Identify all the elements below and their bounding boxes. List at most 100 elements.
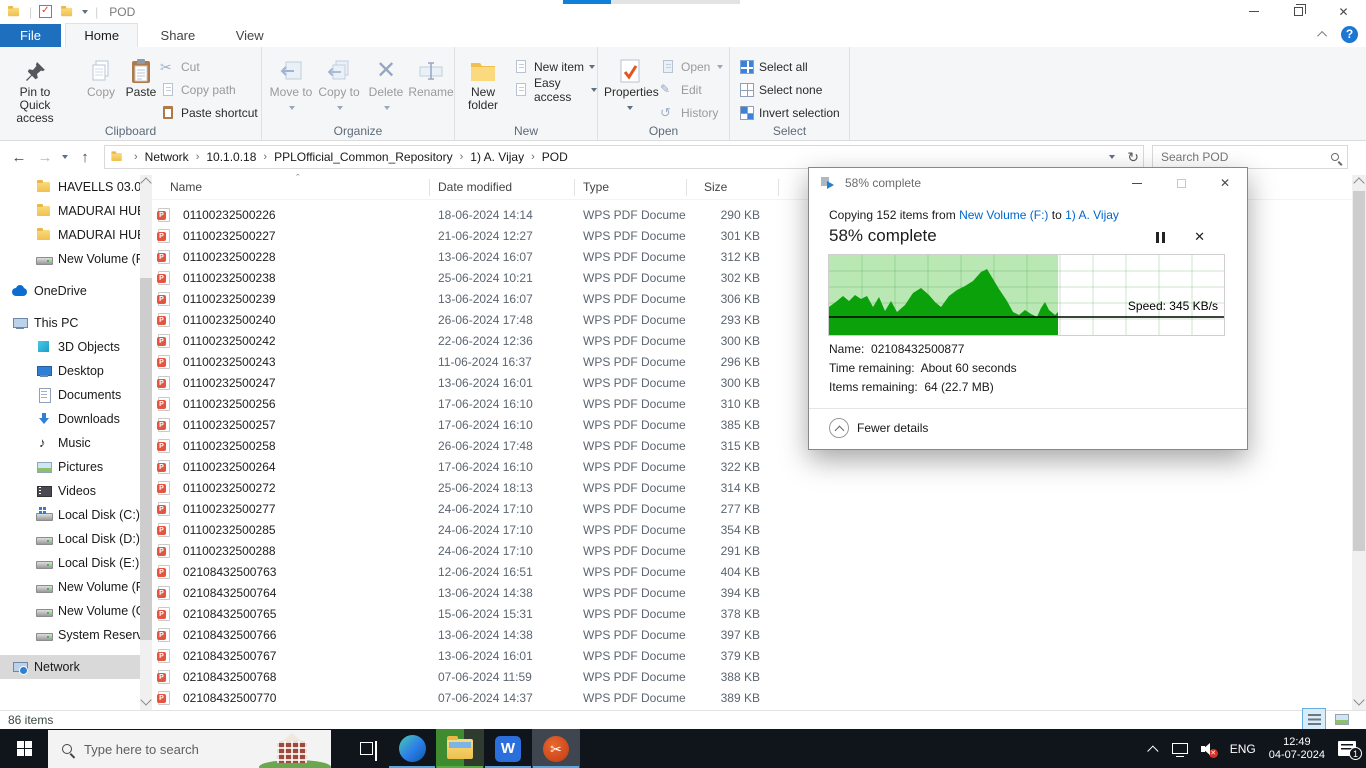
snipping-tool-app-button[interactable]: ✂ [532, 729, 580, 768]
table-row[interactable]: 01100232500264 17-06-2024 16:10 WPS PDF … [152, 456, 1352, 477]
file-list-scrollbar[interactable] [1352, 175, 1366, 710]
network-tray-icon[interactable] [1172, 743, 1188, 754]
breadcrumb-label[interactable]: PPLOfficial_Common_Repository [274, 150, 453, 164]
sidebar-item[interactable]: Videos [0, 479, 152, 503]
copy-to-button[interactable]: Copy to [316, 54, 362, 113]
file-name[interactable]: 01100232500243 [174, 355, 429, 369]
breadcrumb-label[interactable]: 10.1.0.18 [206, 150, 256, 164]
sidebar-item[interactable]: Documents [0, 383, 152, 407]
scrollbar-thumb[interactable] [140, 278, 152, 640]
sidebar-item[interactable]: 3D Objects [0, 335, 152, 359]
file-name[interactable]: 01100232500228 [174, 250, 429, 264]
table-row[interactable]: 02108432500770 07-06-2024 14:37 WPS PDF … [152, 687, 1352, 708]
fewer-details-button[interactable]: Fewer details [829, 418, 928, 438]
address-bar[interactable]: › Network › 10.1.0.18 › PPLOfficial_Comm… [104, 145, 1144, 169]
scroll-down-icon[interactable] [140, 694, 151, 705]
clock[interactable]: 12:4904-07-2024 [1269, 736, 1325, 762]
file-name[interactable]: 02108432500770 [174, 691, 429, 705]
breadcrumb-segment[interactable]: › POD [524, 150, 568, 164]
file-name[interactable]: 01100232500239 [174, 292, 429, 306]
sidebar-item[interactable]: Local Disk (D:) [0, 527, 152, 551]
column-header-modified[interactable]: Date modified [429, 175, 574, 200]
file-name[interactable]: 02108432500763 [174, 565, 429, 579]
table-row[interactable]: 02108432500763 12-06-2024 16:51 WPS PDF … [152, 561, 1352, 582]
pin-to-quick-access-button[interactable]: Pin to Quick access [4, 54, 66, 125]
table-row[interactable]: 02108432500766 13-06-2024 14:38 WPS PDF … [152, 624, 1352, 645]
open-button[interactable]: Open [660, 56, 723, 77]
file-name[interactable]: 01100232500272 [174, 481, 429, 495]
cancel-copy-button[interactable]: ✕ [1194, 229, 1205, 245]
folder-icon[interactable] [7, 5, 21, 19]
refresh-icon[interactable]: ↻ [1127, 149, 1139, 166]
breadcrumb-label[interactable]: Network [145, 150, 189, 164]
sidebar-item[interactable]: Local Disk (C:) [0, 503, 152, 527]
scrollbar-thumb[interactable] [1353, 191, 1365, 551]
column-header-name[interactable]: Name [161, 175, 429, 200]
sidebar-item[interactable]: HAVELLS 03.07.2 [0, 175, 152, 199]
taskbar-search-input[interactable]: Type here to search [48, 730, 331, 768]
file-explorer-app-button[interactable] [436, 729, 484, 768]
sidebar-item[interactable]: New Volume (F:) [0, 575, 152, 599]
start-button[interactable] [0, 729, 48, 768]
sort-ascending-icon[interactable]: ˆ [296, 173, 300, 185]
up-button[interactable]: ↑ [72, 149, 98, 166]
scroll-up-icon[interactable] [1353, 177, 1364, 188]
address-dropdown-icon[interactable] [1109, 155, 1115, 159]
sidebar-item[interactable]: New Volume (G:) [0, 599, 152, 623]
file-name[interactable]: 02108432500767 [174, 649, 429, 663]
sidebar-item[interactable]: Network [0, 655, 152, 679]
dialog-minimize-button[interactable] [1115, 168, 1159, 198]
invert-selection-button[interactable]: Invert selection [740, 102, 840, 123]
tab-file[interactable]: File [0, 24, 61, 48]
file-name[interactable]: 02108432500768 [174, 670, 429, 684]
paste-shortcut-button[interactable]: Paste shortcut [160, 102, 258, 123]
table-row[interactable]: 01100232500285 24-06-2024 17:10 WPS PDF … [152, 519, 1352, 540]
new-item-button[interactable]: New item [513, 56, 595, 77]
sidebar-item[interactable]: Music [0, 431, 152, 455]
breadcrumb-label[interactable]: POD [542, 150, 568, 164]
table-row[interactable]: 01100232500277 24-06-2024 17:10 WPS PDF … [152, 498, 1352, 519]
file-name[interactable]: 01100232500277 [174, 502, 429, 516]
file-name[interactable]: 01100232500227 [174, 229, 429, 243]
file-name[interactable]: 01100232500288 [174, 544, 429, 558]
search-icon[interactable] [1331, 153, 1339, 161]
column-header-type[interactable]: Type [574, 175, 686, 200]
select-none-button[interactable]: Select none [740, 79, 822, 100]
search-input[interactable]: Search POD [1152, 145, 1348, 169]
breadcrumb-segment[interactable]: › 1) A. Vijay [453, 150, 524, 164]
sidebar-item[interactable]: OneDrive [0, 279, 152, 303]
wps-office-app-button[interactable]: W [484, 729, 532, 768]
destination-link[interactable]: 1) A. Vijay [1065, 208, 1119, 222]
tab-share[interactable]: Share [143, 24, 214, 48]
file-name[interactable]: 01100232500264 [174, 460, 429, 474]
dialog-close-button[interactable]: ✕ [1203, 168, 1247, 198]
file-name[interactable]: 01100232500256 [174, 397, 429, 411]
forward-button[interactable]: → [32, 149, 58, 166]
breadcrumb-segment[interactable]: › 10.1.0.18 [189, 150, 257, 164]
recent-locations-icon[interactable] [62, 155, 68, 159]
language-indicator[interactable]: ENG [1230, 742, 1256, 756]
file-name[interactable]: 02108432500764 [174, 586, 429, 600]
sidebar-item[interactable]: MADURAI HUB [0, 199, 152, 223]
help-icon[interactable]: ? [1341, 26, 1358, 43]
cut-button[interactable]: ✂Cut [160, 56, 200, 77]
file-name[interactable]: 01100232500226 [174, 208, 429, 222]
file-name[interactable]: 01100232500285 [174, 523, 429, 537]
file-name[interactable]: 01100232500242 [174, 334, 429, 348]
breadcrumb-segment[interactable]: › Network [127, 150, 189, 164]
task-view-button[interactable] [344, 729, 388, 768]
table-row[interactable]: 02108432500765 15-06-2024 15:31 WPS PDF … [152, 603, 1352, 624]
new-folder-button[interactable]: New folder [459, 54, 507, 112]
close-button[interactable]: ✕ [1321, 0, 1366, 23]
properties-icon[interactable] [39, 5, 52, 18]
file-name[interactable]: 01100232500240 [174, 313, 429, 327]
chevron-down-icon[interactable] [82, 10, 88, 14]
rename-button[interactable]: Rename [408, 54, 454, 99]
scroll-down-icon[interactable] [1353, 694, 1364, 705]
source-link[interactable]: New Volume (F:) [959, 208, 1048, 222]
notification-center-icon[interactable]: 1 [1338, 741, 1356, 756]
table-row[interactable]: 02108432500768 07-06-2024 11:59 WPS PDF … [152, 666, 1352, 687]
table-row[interactable]: 01100232500272 25-06-2024 18:13 WPS PDF … [152, 477, 1352, 498]
tab-home[interactable]: Home [65, 23, 138, 47]
scroll-up-icon[interactable] [140, 177, 151, 188]
